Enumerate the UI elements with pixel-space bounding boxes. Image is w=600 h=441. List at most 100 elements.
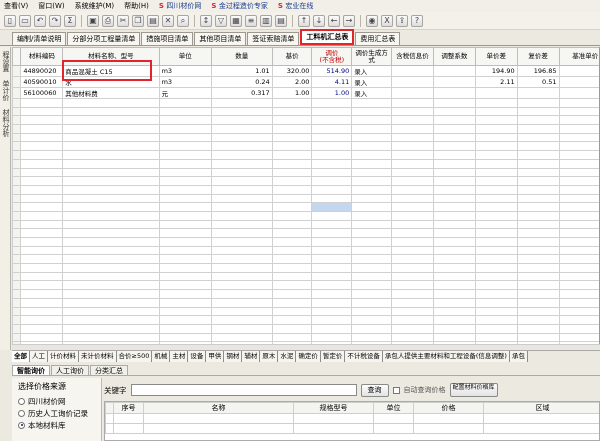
cell-qty[interactable]	[210, 297, 273, 308]
cell-adj[interactable]	[311, 184, 353, 195]
vertical-tab-2[interactable]: 材料分析	[0, 105, 12, 141]
cell-coef[interactable]	[432, 132, 476, 143]
cell-base[interactable]	[271, 210, 313, 221]
cell-diff[interactable]	[474, 254, 518, 265]
menu-item-1[interactable]: 窗口(W)	[38, 1, 64, 11]
cell-total_diff[interactable]	[516, 124, 560, 134]
cell-adj[interactable]	[311, 263, 353, 273]
cell-ref[interactable]	[558, 219, 599, 230]
cell-adj[interactable]	[311, 323, 353, 334]
cell-ref[interactable]	[558, 184, 599, 195]
cell-name[interactable]	[62, 263, 160, 273]
cell-coef[interactable]	[432, 193, 476, 204]
cell-tax[interactable]	[391, 115, 434, 126]
price-cell[interactable]	[293, 413, 374, 424]
cell-qty[interactable]	[210, 254, 273, 265]
cell-code[interactable]	[20, 315, 64, 325]
cell-method[interactable]	[351, 176, 393, 186]
cell-qty[interactable]	[210, 271, 273, 282]
cell-tax[interactable]	[391, 332, 434, 343]
cell-unit[interactable]	[158, 141, 212, 152]
cell-ref[interactable]	[558, 150, 599, 160]
cell-ref[interactable]	[558, 65, 599, 77]
cell-name[interactable]	[62, 297, 160, 308]
right-icon[interactable]: →	[343, 14, 355, 27]
category-tab-10[interactable]: 辅材	[242, 351, 261, 362]
cell-total_diff[interactable]	[516, 210, 560, 221]
cell-tax[interactable]	[391, 193, 434, 204]
column-header-0[interactable]: 材料编码	[20, 47, 64, 66]
cell-coef[interactable]	[432, 289, 476, 299]
cell-base[interactable]	[271, 167, 313, 178]
cell-code[interactable]: 56100060	[20, 87, 64, 99]
cell-qty[interactable]	[210, 323, 273, 334]
cell-method[interactable]	[351, 228, 393, 238]
cell-method[interactable]	[351, 219, 393, 230]
cell-coef[interactable]	[432, 271, 476, 282]
cell-unit[interactable]	[158, 254, 212, 265]
cell-tax[interactable]	[391, 176, 434, 186]
cell-diff[interactable]: 194.90	[474, 65, 518, 77]
category-tab-0[interactable]: 全部	[12, 351, 30, 362]
cell-code[interactable]	[20, 263, 64, 273]
cell-coef[interactable]	[432, 184, 476, 195]
cell-coef[interactable]	[432, 106, 476, 117]
cell-method[interactable]	[351, 254, 393, 265]
cell-tax[interactable]	[391, 158, 434, 169]
price-cell[interactable]	[373, 423, 414, 434]
cell-diff[interactable]	[474, 184, 518, 195]
cell-total_diff[interactable]	[516, 289, 560, 299]
price-column-header-2[interactable]: 规格型号	[293, 402, 374, 414]
cell-name[interactable]	[62, 106, 160, 117]
panel-tab-2[interactable]: 分类汇总	[90, 365, 128, 375]
cell-tax[interactable]	[391, 184, 434, 195]
cell-name[interactable]	[62, 115, 160, 126]
cell-name[interactable]	[62, 245, 160, 256]
cell-qty[interactable]: 0.317	[210, 87, 273, 99]
cell-qty[interactable]	[210, 315, 273, 325]
cell-diff[interactable]	[474, 202, 518, 212]
cell-ref[interactable]	[558, 332, 599, 343]
cell-total_diff[interactable]	[516, 158, 560, 169]
cell-name[interactable]	[62, 289, 160, 299]
cell-qty[interactable]	[210, 263, 273, 273]
cell-unit[interactable]: m3	[158, 65, 212, 77]
cell-name[interactable]	[62, 132, 160, 143]
cell-diff[interactable]	[474, 132, 518, 143]
cell-coef[interactable]	[432, 297, 476, 308]
cell-unit[interactable]	[158, 297, 212, 308]
cell-code[interactable]	[20, 184, 64, 195]
cell-unit[interactable]: m3	[158, 76, 212, 88]
cell-adj[interactable]	[311, 115, 353, 126]
price-cell[interactable]	[143, 413, 294, 424]
cell-name[interactable]	[62, 271, 160, 282]
cell-unit[interactable]	[158, 323, 212, 334]
column-header-4[interactable]: 基价	[271, 47, 313, 66]
cell-code[interactable]	[20, 306, 64, 317]
cell-base[interactable]	[271, 202, 313, 212]
cell-total_diff[interactable]	[516, 263, 560, 273]
cell-adj[interactable]	[311, 141, 353, 152]
cell-name[interactable]: 商品混凝土 C15	[62, 65, 160, 77]
cell-code[interactable]	[20, 289, 64, 299]
excel-icon[interactable]: X	[381, 14, 393, 27]
cell-ref[interactable]	[558, 297, 599, 308]
category-tab-11[interactable]: 原木	[260, 351, 279, 362]
new-icon[interactable]: ▯	[4, 14, 16, 27]
cell-tax[interactable]	[391, 150, 434, 160]
cell-base[interactable]: 2.00	[271, 76, 313, 88]
column-icon[interactable]: ▥	[260, 14, 272, 27]
cell-tax[interactable]	[391, 219, 434, 230]
cell-unit[interactable]	[158, 184, 212, 195]
cell-tax[interactable]	[391, 124, 434, 134]
cell-method[interactable]	[351, 141, 393, 152]
cell-code[interactable]: 40590010	[20, 76, 64, 88]
cell-diff[interactable]	[474, 115, 518, 126]
cell-qty[interactable]	[210, 98, 273, 108]
panel-tab-1[interactable]: 人工询价	[51, 365, 89, 375]
category-tab-13[interactable]: 确定价	[296, 351, 321, 362]
cell-diff[interactable]	[474, 297, 518, 308]
cell-code[interactable]	[20, 167, 64, 178]
cell-ref[interactable]	[558, 306, 599, 317]
cell-diff[interactable]	[474, 98, 518, 108]
